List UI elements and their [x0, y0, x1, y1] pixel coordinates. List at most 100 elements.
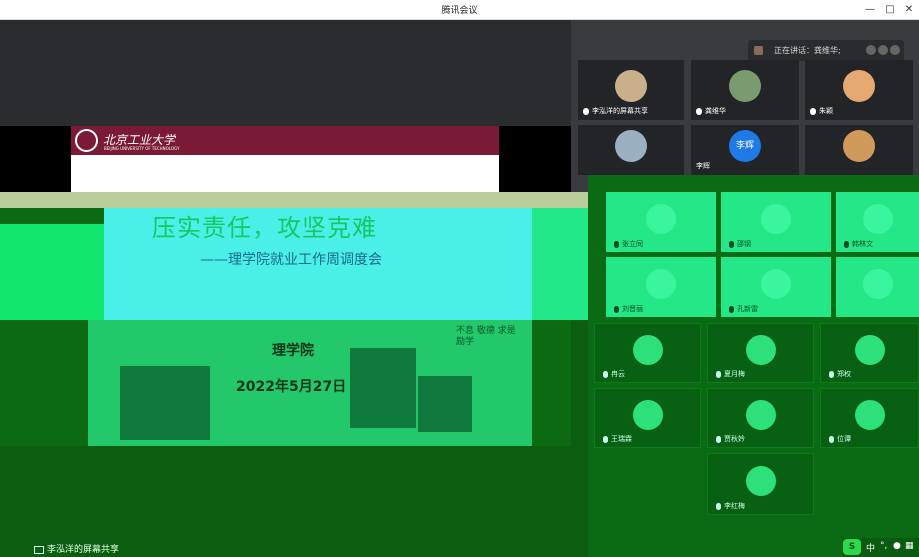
participant-name: 贾秋妗	[724, 435, 745, 443]
participant-avatar	[615, 130, 647, 162]
video-tile[interactable]: 张立同	[606, 192, 716, 252]
participant-avatar	[632, 400, 663, 430]
slide-date: 2022年5月27日	[236, 379, 347, 395]
slide-department: 理学院	[272, 343, 314, 359]
glitch-band	[0, 224, 104, 320]
mic-icon	[696, 107, 702, 115]
participant-avatar	[761, 204, 791, 234]
participant-avatar	[843, 130, 875, 162]
video-tile[interactable]	[578, 125, 684, 175]
speaking-label: 正在讲话：龚维华;	[774, 46, 841, 55]
participant-avatar: 李辉	[729, 130, 761, 162]
participant-avatar	[745, 466, 776, 496]
mic-icon	[614, 240, 619, 248]
participant-avatar	[854, 400, 885, 430]
participant-avatar	[854, 335, 885, 365]
participant-name: 李辉	[696, 162, 710, 170]
video-tile[interactable]: 龚维华	[691, 60, 799, 120]
video-tile[interactable]: 孔新雷	[721, 257, 831, 317]
video-tile[interactable]: 刘晋丽	[606, 257, 716, 317]
slide-calligraphy: 不息 敬德 求是 励学	[456, 326, 516, 347]
mic-icon	[716, 435, 721, 443]
participant-avatar	[745, 335, 776, 365]
system-tray: S 中 °, ● ▦	[842, 538, 919, 557]
mic-icon[interactable]: ●	[893, 541, 901, 551]
video-tile[interactable]: 王瑞霖	[594, 388, 701, 448]
punctuation-icon[interactable]: °,	[880, 541, 887, 551]
mic-icon	[844, 240, 849, 248]
keyboard-icon[interactable]: ▦	[905, 541, 914, 551]
mic-icon	[810, 107, 816, 115]
video-tile[interactable]: 邵钢	[721, 192, 831, 252]
participant-name: 朱颖	[819, 107, 833, 115]
window-title: 腾讯会议	[441, 6, 478, 16]
participant-name: 夏月梅	[724, 370, 745, 378]
mic-icon	[603, 370, 608, 378]
video-tile[interactable]: 贾秋妗	[707, 388, 814, 448]
mic-icon	[716, 370, 721, 378]
building-shape	[120, 366, 210, 440]
participant-name: 刘晋丽	[622, 305, 643, 313]
video-tile[interactable]	[805, 125, 913, 175]
slide-campus-image: 理学院 2022年5月27日 不息 敬德 求是 励学	[88, 320, 532, 446]
speaker-avatar	[754, 46, 763, 55]
screen-share-indicator[interactable]: 李泓洋的屏幕共享	[34, 542, 119, 555]
building-shape	[418, 376, 472, 432]
screen-share-icon	[34, 545, 44, 554]
slide: 北京工业大学 BEIJING UNIVERSITY OF TECHNOLOGY	[71, 126, 499, 192]
participant-name: 张立同	[622, 240, 643, 248]
participant-avatar	[646, 269, 676, 299]
minimize-icon[interactable]: —	[862, 2, 878, 17]
sogou-ime-icon[interactable]: S	[843, 539, 861, 555]
video-tile[interactable]: 位谭	[820, 388, 919, 448]
video-tile[interactable]: 李辉 李辉	[691, 125, 799, 175]
participant-avatar	[745, 400, 776, 430]
grid-icon[interactable]	[878, 45, 888, 55]
mic-icon	[829, 435, 834, 443]
participant-name: 位谭	[837, 435, 851, 443]
video-tile[interactable]: 李泓洋的屏幕共享	[578, 60, 684, 120]
participant-name: 孔新雷	[737, 305, 758, 313]
maximize-icon[interactable]: □	[882, 2, 898, 17]
video-tile[interactable]: 李红梅	[707, 453, 814, 515]
participant-avatar	[862, 204, 893, 234]
participant-avatar	[761, 269, 791, 299]
university-logo-icon	[75, 129, 98, 152]
participant-avatar	[843, 70, 875, 102]
participant-name: 李泓洋的屏幕共享	[592, 107, 648, 115]
mic-icon	[829, 370, 834, 378]
video-tile[interactable]: 朱颖	[805, 60, 913, 120]
screen-share-label: 李泓洋的屏幕共享	[47, 545, 120, 555]
university-name-en: BEIJING UNIVERSITY OF TECHNOLOGY	[104, 146, 180, 151]
participant-name: 郑权	[837, 370, 851, 378]
slide-subtitle: ——理学院就业工作周调度会	[200, 252, 382, 268]
close-icon[interactable]: ✕	[901, 2, 917, 17]
video-tile[interactable]: 冉云	[594, 323, 701, 383]
mic-icon	[729, 240, 734, 248]
ime-mode-label[interactable]: 中	[866, 541, 875, 554]
video-tile[interactable]: 郑权	[820, 323, 919, 383]
participant-avatar	[646, 204, 676, 234]
video-tile[interactable]	[836, 257, 919, 317]
slide-banner: 北京工业大学 BEIJING UNIVERSITY OF TECHNOLOGY	[71, 126, 499, 155]
mic-icon	[729, 305, 734, 313]
mic-icon	[583, 107, 589, 115]
collapse-icon[interactable]	[890, 45, 900, 55]
participant-name: 冉云	[611, 370, 625, 378]
participant-name: 龚维华	[705, 107, 726, 115]
title-bar: 腾讯会议 — □ ✕	[0, 0, 919, 20]
building-shape	[350, 348, 416, 428]
participant-avatar	[615, 70, 647, 102]
participant-avatar	[862, 269, 893, 299]
glitch-band	[0, 192, 595, 208]
participant-name: 王瑞霖	[611, 435, 632, 443]
participant-name: 韩林文	[852, 240, 873, 248]
participant-name: 邵钢	[737, 240, 751, 248]
video-tile[interactable]: 韩林文	[836, 192, 919, 252]
video-tile[interactable]: 夏月梅	[707, 323, 814, 383]
glitch-band	[532, 208, 588, 320]
layout-icon[interactable]	[866, 45, 876, 55]
mic-icon	[614, 305, 619, 313]
mic-icon	[716, 502, 721, 510]
shared-screen-bottom	[0, 446, 604, 557]
